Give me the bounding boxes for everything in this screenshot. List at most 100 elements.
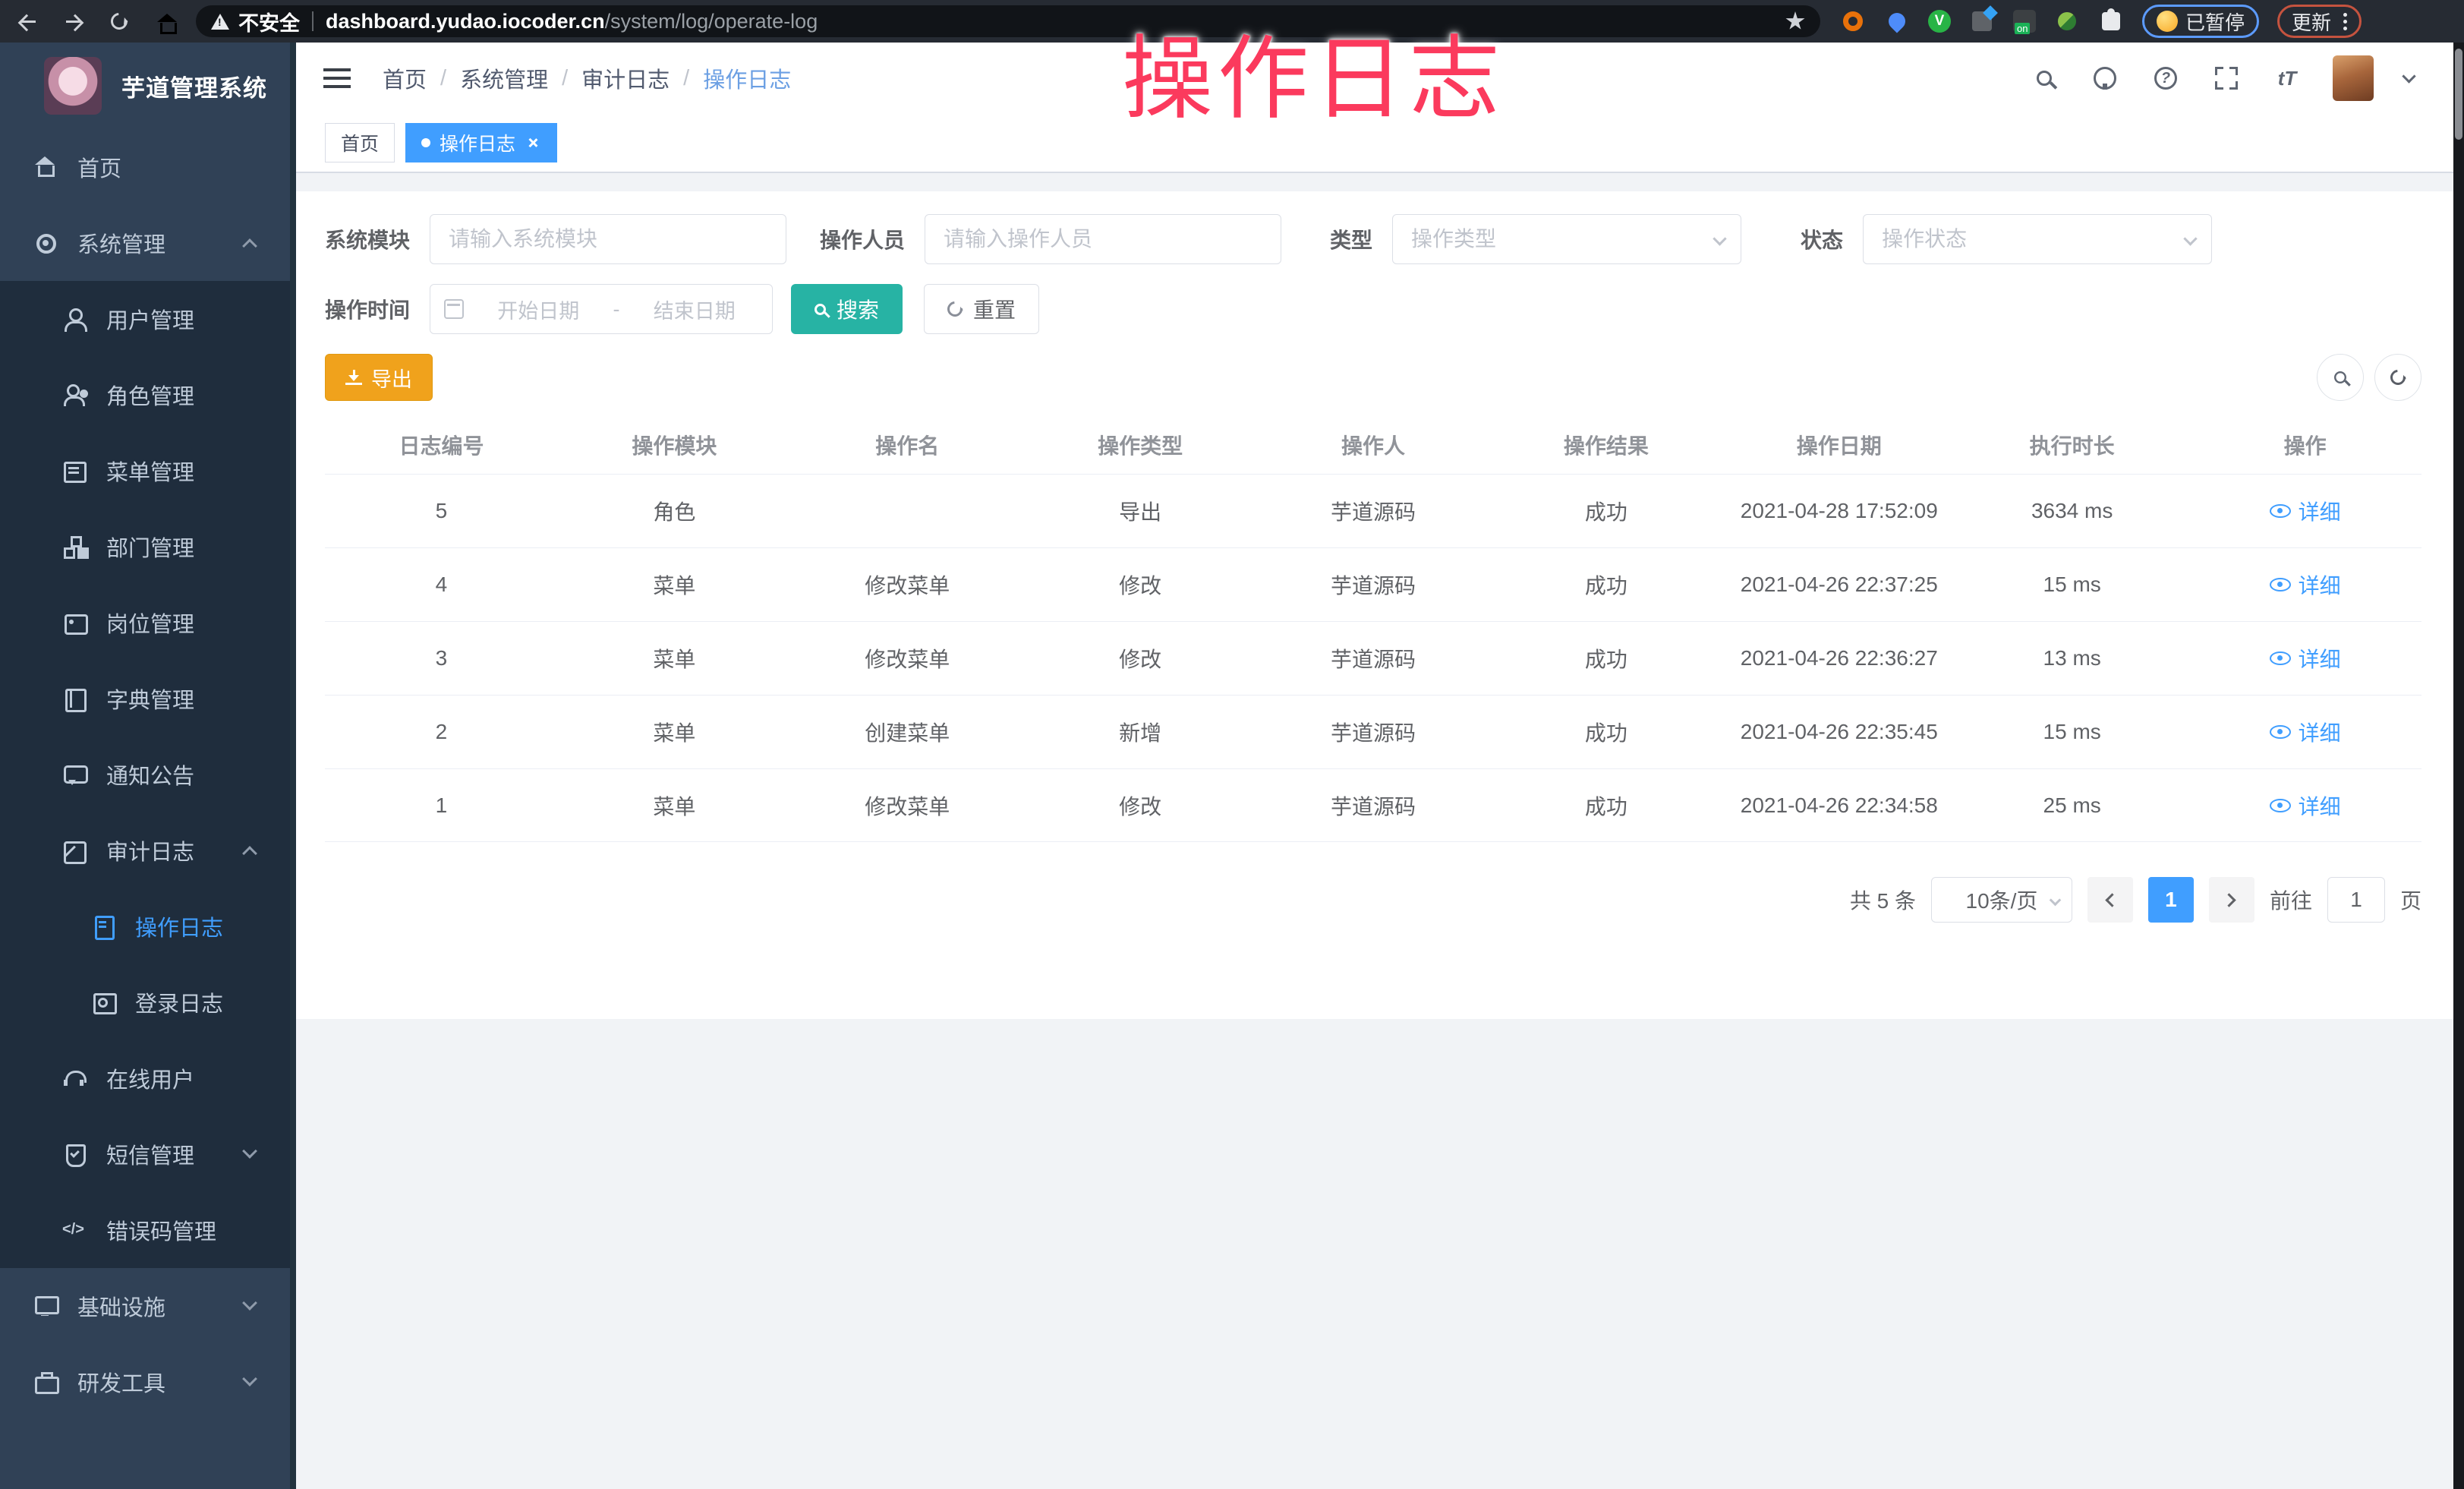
cell-result: 成功	[1489, 496, 1722, 526]
close-icon[interactable]	[525, 134, 541, 151]
browser-home-button[interactable]	[147, 4, 182, 39]
sidebar-item[interactable]: 字典管理	[0, 661, 290, 737]
sidebar-item[interactable]: 部门管理	[0, 509, 290, 585]
cell-log-id: 5	[325, 499, 558, 523]
app-logo[interactable]: 芋道管理系统	[0, 43, 290, 129]
sidebar-item[interactable]: 基础设施	[0, 1268, 290, 1344]
message-icon	[62, 762, 87, 787]
browser-forward-button[interactable]	[56, 4, 91, 39]
sidebar-item[interactable]: 在线用户	[0, 1040, 290, 1116]
breadcrumb-item[interactable]: 审计日志	[581, 62, 670, 94]
address-bar[interactable]: 不安全 dashboard.yudao.iocoder.cn /system/l…	[196, 5, 1820, 37]
browser-back-button[interactable]	[11, 4, 46, 39]
extension-v-icon[interactable]	[1928, 10, 1951, 33]
extension-pin-icon[interactable]	[1884, 8, 1910, 34]
detail-link[interactable]: 详细	[2270, 717, 2341, 747]
cell-duration: 15 ms	[1955, 720, 2188, 744]
browser-menu-icon[interactable]	[2343, 13, 2347, 30]
cell-result: 成功	[1489, 569, 1722, 600]
next-page-button[interactable]	[2209, 877, 2254, 923]
browser-reload-button[interactable]	[102, 4, 137, 39]
extension-blue-icon[interactable]	[1969, 8, 1995, 34]
github-button[interactable]	[2090, 63, 2120, 93]
refresh-table-button[interactable]	[2374, 354, 2421, 401]
sidebar-item[interactable]: 通知公告	[0, 737, 290, 812]
breadcrumb-item[interactable]: 首页	[383, 62, 427, 94]
type-select[interactable]	[1392, 214, 1741, 264]
tag-item[interactable]: 首页	[325, 123, 395, 162]
sidebar-item[interactable]: 操作日志	[0, 888, 290, 964]
user-avatar[interactable]	[2333, 55, 2374, 101]
sidebar-item-label: 基础设施	[77, 1290, 225, 1322]
toggle-search-button[interactable]	[2317, 354, 2364, 401]
security-label: 不安全	[238, 7, 300, 36]
date-range-picker[interactable]: 开始日期 - 结束日期	[430, 284, 773, 334]
browser-toolbar: 不安全 dashboard.yudao.iocoder.cn /system/l…	[0, 0, 2464, 43]
sidebar-item[interactable]: 系统管理	[0, 205, 290, 281]
sidebar-toggle-icon[interactable]	[323, 67, 351, 90]
sidebar-item[interactable]: 错误码管理	[0, 1192, 290, 1268]
reset-button[interactable]: 重置	[924, 284, 1039, 334]
browser-update-button[interactable]: 更新	[2277, 5, 2362, 38]
sidebar-item[interactable]: 菜单管理	[0, 433, 290, 509]
extension-green-icon[interactable]	[2054, 8, 2080, 34]
search-button[interactable]	[2029, 63, 2059, 93]
sidebar-item[interactable]: 用户管理	[0, 281, 290, 357]
operator-input[interactable]	[925, 214, 1281, 264]
fullscreen-button[interactable]	[2211, 63, 2242, 93]
status-select[interactable]	[1863, 214, 2212, 264]
table-column-header: 操作结果	[1489, 430, 1722, 460]
search-submit-button[interactable]: 搜索	[791, 284, 903, 334]
breadcrumb-item[interactable]: 操作日志	[703, 62, 791, 94]
sidebar-item[interactable]: 登录日志	[0, 964, 290, 1040]
current-page-button[interactable]: 1	[2148, 877, 2194, 923]
page-size-select[interactable]: 10条/页	[1931, 877, 2072, 923]
sidebar-item[interactable]: 岗位管理	[0, 585, 290, 661]
avatar-dropdown-icon[interactable]	[2402, 69, 2415, 83]
url-domain: dashboard.yudao.iocoder.cn	[326, 10, 605, 33]
profile-paused-chip[interactable]: 已暂停	[2142, 5, 2259, 38]
font-size-button[interactable]	[2272, 63, 2302, 93]
sidebar-item-label: 系统管理	[77, 227, 225, 259]
paused-label: 已暂停	[2185, 8, 2245, 36]
goto-page-input[interactable]	[2327, 877, 2385, 923]
sidebar-item[interactable]: 首页	[0, 129, 290, 205]
table-row[interactable]: 2 菜单 创建菜单 新增 芋道源码 成功 2021-04-26 22:35:45…	[325, 695, 2421, 768]
module-input[interactable]	[430, 214, 786, 264]
detail-link[interactable]: 详细	[2270, 643, 2341, 674]
help-button[interactable]	[2150, 63, 2181, 93]
start-date-placeholder[interactable]: 开始日期	[474, 295, 603, 324]
page-scrollbar[interactable]	[2453, 43, 2464, 1489]
sidebar-item[interactable]: 角色管理	[0, 357, 290, 433]
gear-icon	[33, 231, 58, 255]
tag-item[interactable]: 操作日志	[405, 123, 557, 162]
end-date-placeholder[interactable]: 结束日期	[631, 295, 759, 324]
prev-page-button[interactable]	[2087, 877, 2133, 923]
pagination: 共 5 条 10条/页 1 前往 页	[325, 877, 2421, 923]
sidebar-item[interactable]: 研发工具	[0, 1344, 290, 1420]
extension-on-badge-icon[interactable]	[2013, 10, 2036, 33]
scrollbar-thumb[interactable]	[2455, 49, 2462, 140]
sidebar-item[interactable]: 短信管理	[0, 1116, 290, 1192]
breadcrumb-item[interactable]: 系统管理	[460, 62, 548, 94]
bookmark-star-icon[interactable]	[1785, 11, 1805, 31]
chevron-icon	[242, 238, 257, 254]
export-button[interactable]: 导出	[325, 354, 433, 401]
status-select-input[interactable]	[1863, 214, 2212, 264]
type-select-input[interactable]	[1392, 214, 1741, 264]
table-row[interactable]: 1 菜单 修改菜单 修改 芋道源码 成功 2021-04-26 22:34:58…	[325, 768, 2421, 842]
sidebar-item[interactable]: 审计日志	[0, 812, 290, 888]
table-row[interactable]: 3 菜单 修改菜单 修改 芋道源码 成功 2021-04-26 22:36:27…	[325, 621, 2421, 695]
cell-duration: 25 ms	[1955, 793, 2188, 818]
extensions-puzzle-icon[interactable]	[2098, 8, 2124, 34]
detail-link[interactable]: 详细	[2270, 790, 2341, 821]
book-icon	[62, 686, 87, 711]
table-row[interactable]: 4 菜单 修改菜单 修改 芋道源码 成功 2021-04-26 22:37:25…	[325, 547, 2421, 621]
page-content: 系统模块 操作人员 类型 状态	[296, 173, 2464, 1489]
extension-orange-ring-icon[interactable]	[1840, 8, 1866, 34]
table-row[interactable]: 5 角色 导出 芋道源码 成功 2021-04-28 17:52:09 3634…	[325, 474, 2421, 547]
detail-link[interactable]: 详细	[2270, 569, 2341, 600]
time-label: 操作时间	[325, 294, 410, 324]
detail-link[interactable]: 详细	[2270, 496, 2341, 526]
refresh-icon	[944, 298, 966, 320]
